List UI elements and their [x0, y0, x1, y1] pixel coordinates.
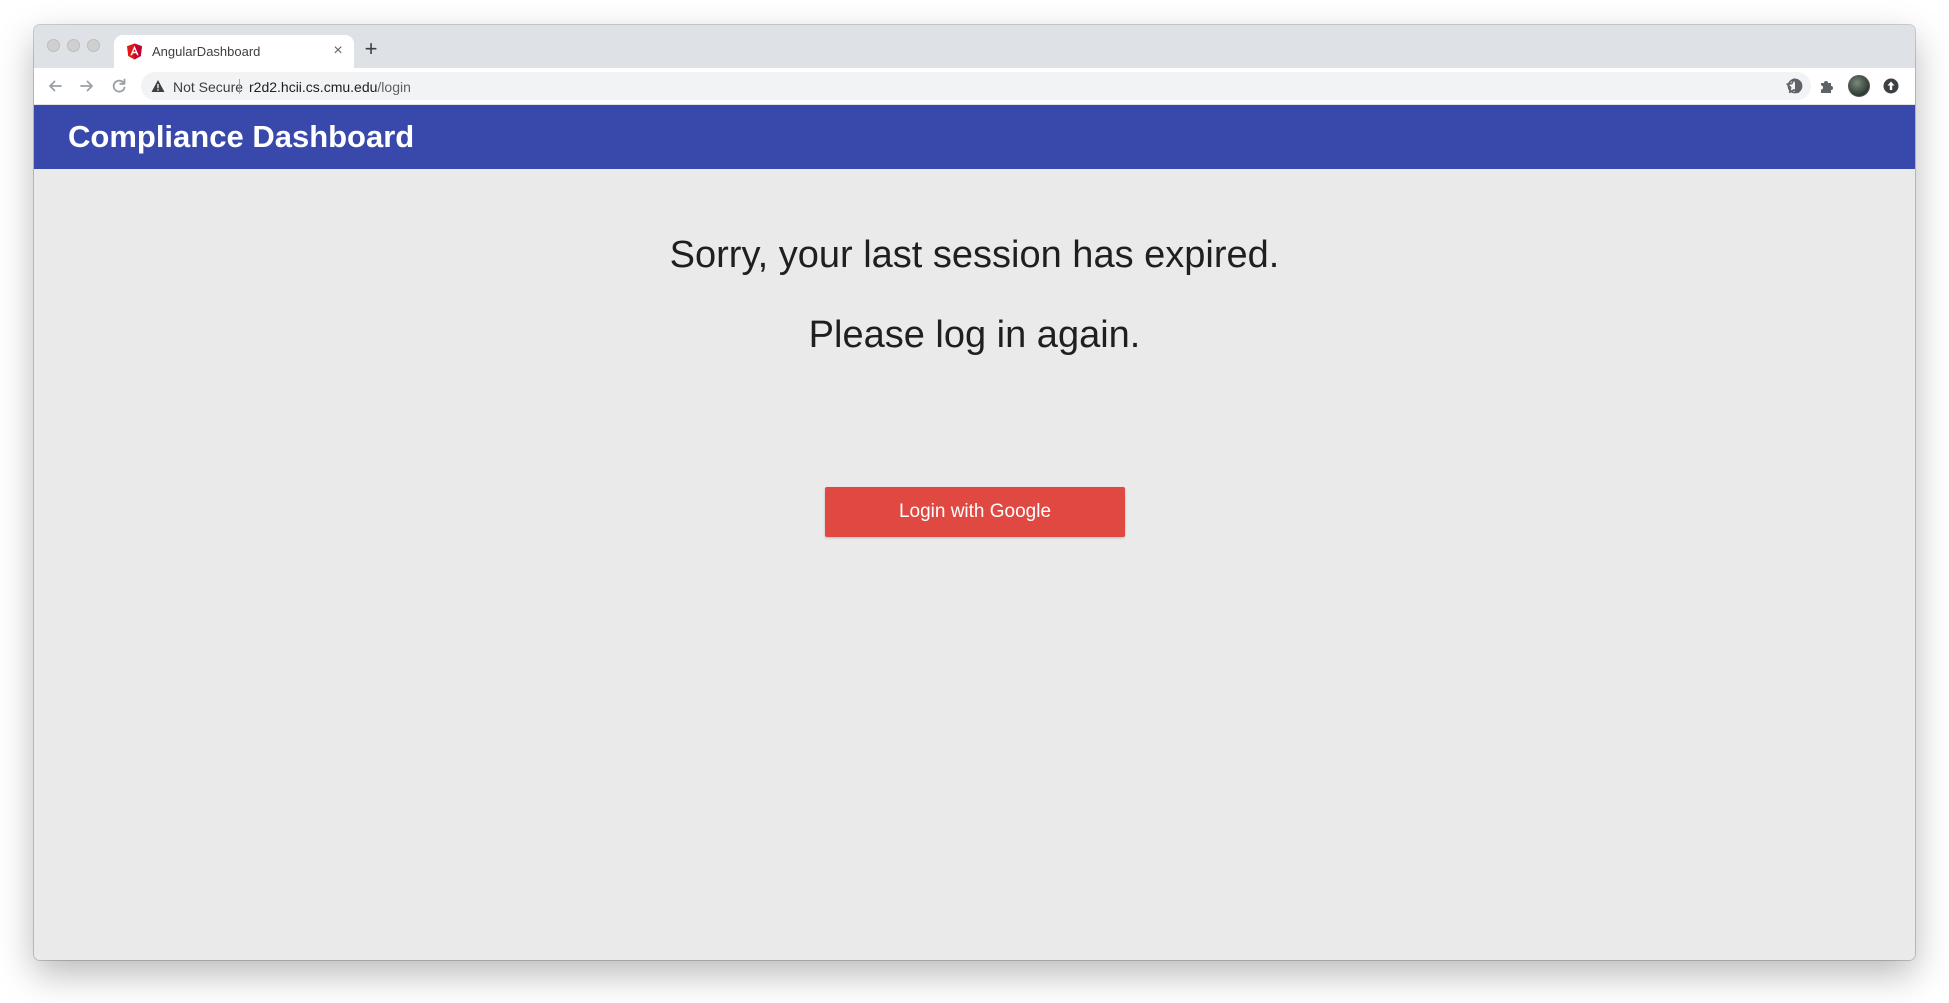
back-arrow-icon[interactable]: [44, 75, 66, 97]
app-header: Compliance Dashboard: [34, 105, 1915, 169]
extension-icon[interactable]: [1786, 77, 1804, 95]
forward-arrow-icon[interactable]: [76, 75, 98, 97]
app-title: Compliance Dashboard: [68, 119, 415, 154]
browser-window: AngularDashboard × + Not Secure r2d2.hci…: [34, 25, 1915, 960]
security-status-label[interactable]: Not Secure: [173, 79, 243, 95]
window-close-button[interactable]: [47, 39, 60, 52]
login-with-google-button[interactable]: Login with Google: [825, 487, 1125, 537]
window-minimize-button[interactable]: [67, 39, 80, 52]
url-text[interactable]: r2d2.hcii.cs.cmu.edu/login: [249, 79, 411, 95]
puzzle-extensions-icon[interactable]: [1818, 77, 1836, 95]
address-separator: [239, 79, 240, 94]
url-path: /login: [377, 79, 411, 95]
warning-icon[interactable]: [151, 79, 165, 93]
window-zoom-button[interactable]: [87, 39, 100, 52]
profile-avatar[interactable]: [1848, 75, 1870, 97]
new-tab-button[interactable]: +: [360, 38, 382, 60]
tab-title: AngularDashboard: [152, 44, 261, 59]
main-content: Sorry, your last session has expired. Pl…: [34, 169, 1915, 960]
reload-icon[interactable]: [108, 75, 130, 97]
address-bar[interactable]: Not Secure r2d2.hcii.cs.cmu.edu/login: [141, 72, 1811, 100]
browser-toolbar: Not Secure r2d2.hcii.cs.cmu.edu/login: [34, 68, 1915, 105]
tab-close-icon[interactable]: ×: [330, 43, 346, 59]
session-expired-message: Sorry, your last session has expired.: [669, 234, 1280, 276]
update-icon[interactable]: [1882, 77, 1900, 95]
angular-logo-icon: [126, 43, 143, 60]
browser-tab-active[interactable]: AngularDashboard ×: [114, 35, 354, 68]
url-host: r2d2.hcii.cs.cmu.edu: [249, 79, 378, 95]
tab-strip: AngularDashboard × +: [34, 25, 1915, 68]
login-again-message: Please log in again.: [808, 314, 1141, 356]
